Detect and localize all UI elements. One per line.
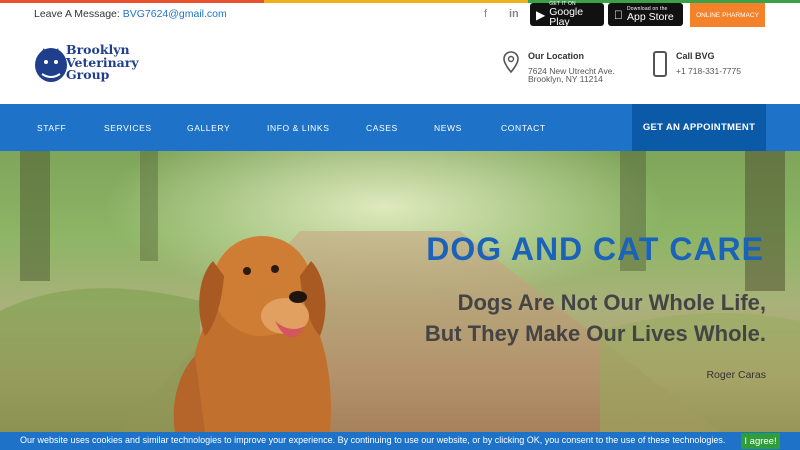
quote-author: Roger Caras: [706, 369, 766, 381]
cookie-text: Our website uses cookies and similar tec…: [20, 435, 726, 445]
top-bar: Leave A Message: BVG7624@gmail.com f in …: [0, 1, 800, 28]
cookie-banner: Our website uses cookies and similar tec…: [0, 432, 800, 450]
nav-item-staff[interactable]: STAFF: [37, 123, 66, 133]
email-link[interactable]: BVG7624@gmail.com: [123, 8, 227, 20]
apple-icon: : [614, 8, 623, 22]
phone-number[interactable]: +1 718-331-7775: [676, 67, 741, 76]
logo-line-3: Group: [66, 67, 110, 82]
get-appointment-button[interactable]: GET AN APPOINTMENT: [632, 104, 766, 151]
facebook-icon[interactable]: f: [484, 8, 487, 20]
dog-cat-logo-icon: [35, 48, 67, 82]
play-store-icon: ▶: [536, 7, 546, 22]
google-play-button[interactable]: ▶ GET IT ON Google Play: [530, 1, 604, 28]
phone-icon: [653, 51, 667, 77]
app-store-label: App Store: [618, 10, 674, 23]
message-label: Leave A Message:: [34, 8, 120, 20]
leave-message: Leave A Message: BVG7624@gmail.com: [34, 8, 227, 20]
google-play-label: Google Play: [549, 5, 584, 28]
site-logo[interactable]: Brooklyn Veterinary Group: [34, 43, 164, 84]
hero-quote: Dogs Are Not Our Whole Life, But They Ma…: [425, 287, 766, 349]
app-store-button[interactable]:  Download on the App Store: [608, 3, 683, 26]
location-title: Our Location: [528, 51, 584, 61]
main-nav: STAFF SERVICES GALLERY INFO & LINKS CASE…: [0, 104, 800, 151]
linkedin-icon[interactable]: in: [509, 8, 519, 20]
site-header: Brooklyn Veterinary Group Our Location 7…: [0, 27, 800, 104]
nav-item-contact[interactable]: CONTACT: [501, 123, 546, 133]
hero-title: DOG AND CAT CARE: [426, 231, 764, 267]
quote-line-1: Dogs Are Not Our Whole Life,: [457, 290, 766, 315]
nav-item-info-links[interactable]: INFO & LINKS: [267, 123, 329, 133]
online-pharmacy-button[interactable]: ONLINE PHARMACY: [690, 3, 765, 27]
phone-title: Call BVG: [676, 51, 715, 61]
hero-banner: DOG AND CAT CARE Dogs Are Not Our Whole …: [0, 151, 800, 432]
location-pin-icon: [503, 51, 519, 73]
nav-item-news[interactable]: NEWS: [434, 123, 462, 133]
location-line-2: Brooklyn, NY 11214: [528, 74, 603, 84]
nav-item-services[interactable]: SERVICES: [104, 123, 152, 133]
agree-button[interactable]: I agree!: [741, 433, 780, 449]
nav-item-gallery[interactable]: GALLERY: [187, 123, 230, 133]
quote-line-2: But They Make Our Lives Whole.: [424, 321, 766, 346]
nav-item-cases[interactable]: CASES: [366, 123, 398, 133]
